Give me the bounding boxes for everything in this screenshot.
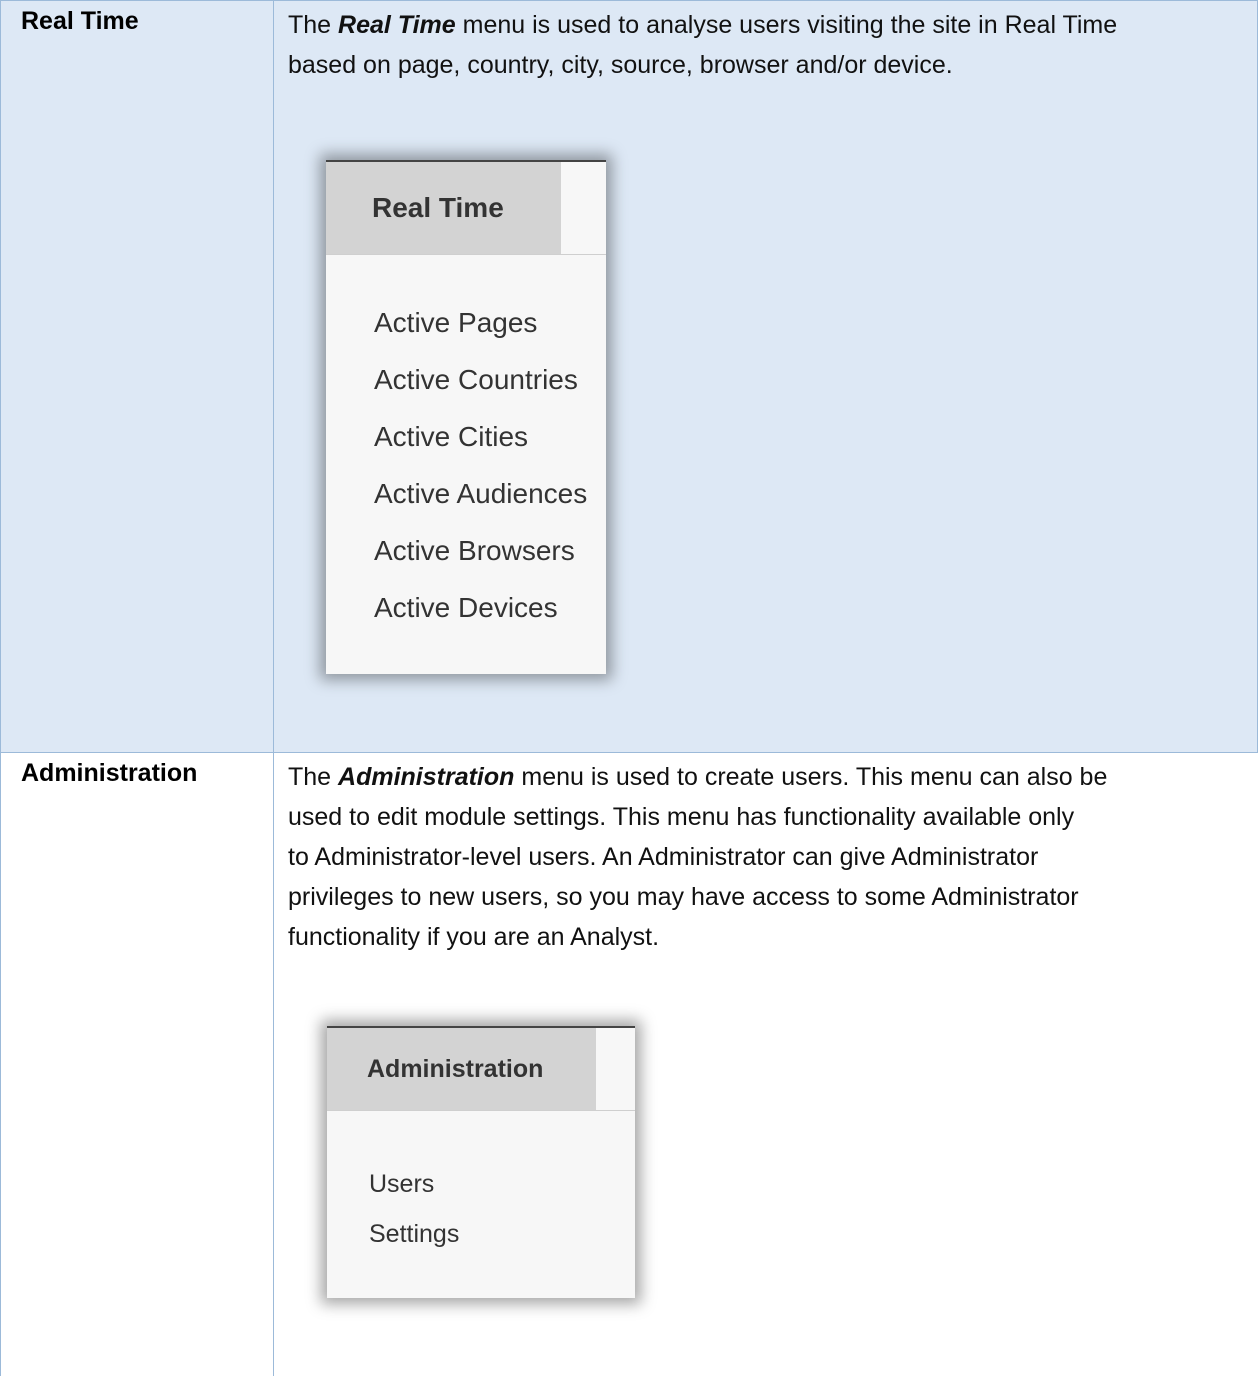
- menu-header[interactable]: Administration: [327, 1028, 596, 1110]
- description-line: privileges to new users, so you may have…: [288, 883, 1079, 911]
- menu-divider: [326, 254, 606, 255]
- description-line: used to edit module settings. This menu …: [288, 803, 1075, 831]
- menu-item-active-browsers[interactable]: Active Browsers: [374, 535, 575, 567]
- menu-item-settings[interactable]: Settings: [369, 1220, 459, 1249]
- table-row-real-time: Real Time The Real Time menu is used to …: [0, 0, 1258, 752]
- menu-item-users[interactable]: Users: [369, 1170, 434, 1199]
- description-line: functionality if you are an Analyst.: [288, 923, 660, 951]
- menu-reference-table: Real Time The Real Time menu is used to …: [0, 0, 1258, 1376]
- menu-term: Real Time: [338, 11, 456, 39]
- description-line: The Real Time menu is used to analyse us…: [288, 11, 1118, 39]
- menu-header-gap: [596, 1028, 635, 1110]
- menu-header[interactable]: Real Time: [326, 162, 561, 254]
- description-line: based on page, country, city, source, br…: [288, 51, 953, 79]
- row-description: The Administration menu is used to creat…: [288, 757, 1248, 957]
- menu-header-gap: [561, 162, 606, 254]
- menu-item-active-audiences[interactable]: Active Audiences: [374, 478, 587, 510]
- row-description: The Real Time menu is used to analyse us…: [288, 5, 1248, 85]
- menu-item-active-pages[interactable]: Active Pages: [374, 307, 537, 339]
- menu-item-active-countries[interactable]: Active Countries: [374, 364, 578, 396]
- column-divider: [273, 1, 274, 752]
- column-divider: [273, 753, 274, 1376]
- menu-item-active-devices[interactable]: Active Devices: [374, 592, 558, 624]
- description-line: The Administration menu is used to creat…: [288, 763, 1108, 791]
- real-time-menu-panel: Real Time Active Pages Active Countries …: [326, 160, 606, 674]
- row-label: Administration: [21, 759, 198, 787]
- menu-term: Administration: [338, 763, 515, 791]
- row-label: Real Time: [21, 7, 139, 35]
- administration-menu-panel: Administration Users Settings: [327, 1026, 635, 1298]
- description-line: to Administrator-level users. An Adminis…: [288, 843, 1039, 871]
- menu-divider: [327, 1110, 635, 1111]
- menu-item-active-cities[interactable]: Active Cities: [374, 421, 528, 453]
